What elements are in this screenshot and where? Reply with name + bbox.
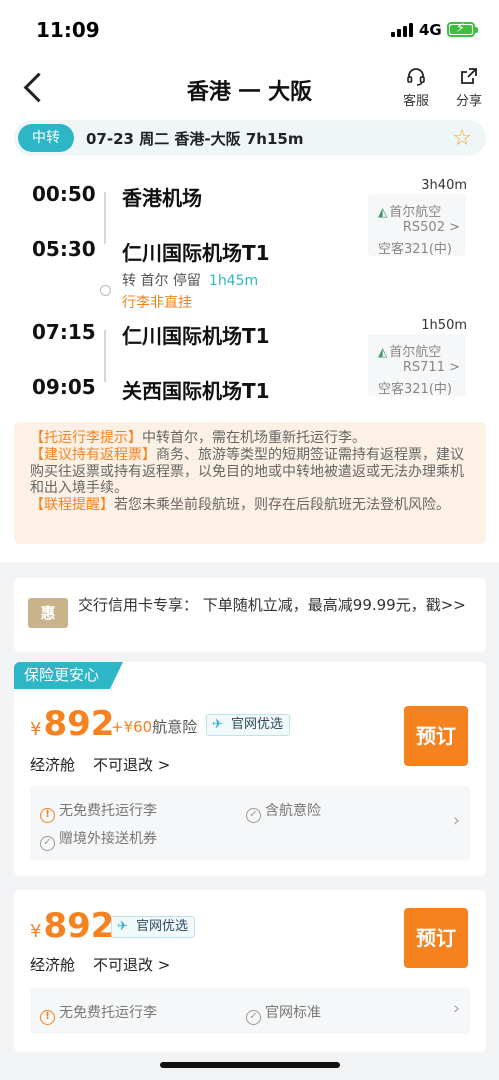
flight-segment-2: 07:15 仁川国际机场T1 09:05 关西国际机场T1 1h50m 首尔航空… [0,308,499,408]
charging-icon: ⚡ [456,21,466,36]
status-bar: 11:09 4G ⚡ [0,0,499,58]
stopover-duration: 1h45m [208,273,259,289]
check-icon: ✓ [40,836,55,851]
network-type: 4G [419,21,442,39]
book-button[interactable]: 预订 [404,706,468,766]
airline-name: 首尔航空 [378,201,441,220]
feature-transfer-voucher: ✓ 赠境外接送机券 [40,828,157,851]
notice-heading-connection: 【联程提醒】 [30,497,114,514]
insurance-tag: 保险更安心 [14,662,124,689]
arrival-airport: 关西国际机场T1 [122,379,270,403]
warning-icon: ! [40,808,55,823]
arrival-time: 09:05 [32,375,96,399]
price-value: 892 [43,906,115,946]
chevron-right-icon: › [452,998,460,1019]
chevron-right-icon: › [452,810,460,831]
share-button[interactable]: 分享 [449,66,489,109]
price: ¥892 [30,906,114,946]
notice-heading-return: 【建议持有返程票】 [30,446,156,463]
departure-airport: 仁川国际机场T1 [122,324,270,348]
departure-time: 00:50 [32,182,96,206]
official-badge: 官网优选 [111,916,196,938]
cabin-info[interactable]: 经济舱 不可退改 > [30,954,170,975]
feature-label: 含航意险 [265,803,321,819]
check-icon: ✓ [246,1010,261,1025]
promo-banner[interactable]: 惠 交行信用卡专享： 下单随机立减，最高减99.99元，戳>> [14,578,486,652]
arrival-time: 05:30 [32,237,96,261]
currency-symbol: ¥ [30,921,42,942]
cabin-info[interactable]: 经济舱 不可退改 > [30,754,170,775]
headset-icon [407,68,425,86]
price: ¥892 [30,704,114,744]
stopover-info: 转 首尔 停留 1h45m [122,270,258,290]
segment-line [104,192,106,244]
notice-text-baggage: 中转首尔，需在机场重新托运行李。 [142,430,366,446]
warning-icon: ! [40,1010,55,1025]
feature-label: 官网标准 [265,1005,321,1021]
flight-duration: 1h50m [421,318,467,333]
flight-info-card[interactable]: 首尔航空 RS502 > 空客321(中) [368,194,466,257]
transfer-tag: 中转 [18,124,74,152]
trip-summary: 07-23 周二 香港-大阪 7h15m [86,130,304,148]
stopover-dot [100,285,111,296]
feature-official-standard: ✓ 官网标准 [246,1002,321,1025]
feature-label: 无免费托运行李 [59,1005,157,1021]
price-value: 892 [43,704,115,744]
travel-notice: 【托运行李提示】中转首尔，需在机场重新托运行李。 【建议持有返程票】商务、旅游等… [14,422,486,544]
currency-symbol: ¥ [30,719,42,740]
flight-duration: 3h40m [421,178,467,193]
feature-no-baggage: ! 无免费托运行李 [40,1002,157,1025]
feature-label: 赠境外接送机券 [59,831,157,847]
feature-label: 无免费托运行李 [59,803,157,819]
flight-number: RS502 > [402,220,460,235]
trip-summary-bar: 中转 07-23 周二 香港-大阪 7h15m ☆ [14,120,486,156]
airline-name: 首尔航空 [378,341,441,360]
promo-text: 交行信用卡专享： 下单随机立减，最高减99.99元，戳>> [78,596,466,614]
aircraft-type: 空客321(中) [378,382,452,397]
book-button[interactable]: 预订 [404,908,468,968]
cabin-class: 经济舱 [30,756,76,774]
departure-time: 07:15 [32,320,96,344]
feature-insurance: ✓ 含航意险 [246,800,321,823]
arrival-airport: 仁川国际机场T1 [122,241,270,265]
nav-bar: 香港 一 大阪 客服 分享 [0,58,499,118]
refund-rule: 不可退改 > [93,756,171,774]
status-time: 11:09 [36,18,100,42]
flight-segment-1: 00:50 香港机场 05:30 仁川国际机场T1 3h40m 首尔航空 RS5… [0,170,499,270]
customer-service-label: 客服 [402,94,429,109]
offer-features[interactable]: ! 无免费托运行李 ✓ 含航意险 ✓ 赠境外接送机券 › [30,786,470,860]
share-label: 分享 [455,94,482,109]
check-icon: ✓ [246,808,261,823]
share-icon [461,68,477,84]
cabin-class: 经济舱 [30,956,76,974]
segment-line [104,330,106,382]
addon-label: 航意险 [152,718,198,736]
addon-price: +¥60 [111,718,153,736]
offer-features[interactable]: ! 无免费托运行李 ✓ 官网标准 › [30,988,470,1034]
stopover-text: 转 首尔 停留 [122,273,201,289]
signal-icon [391,23,413,37]
home-indicator [160,1062,340,1068]
offer-card-2: ¥892 官网优选 经济舱不可退改 > 预订 ! 无免费托运行李 ✓ 官网标准 › [14,890,486,1052]
offer-card-1: 保险更安心 ¥892 +¥60航意险 官网优选 经济舱不可退改 > 预订 ! 无免… [14,662,486,876]
notice-heading-baggage: 【托运行李提示】 [30,430,142,446]
notice-text-connection: 若您未乘坐前段航班，则存在后段航班无法登机风险。 [114,497,450,514]
aircraft-type: 空客321(中) [378,242,452,257]
customer-service-button[interactable]: 客服 [396,66,436,109]
insurance-addon: +¥60航意险 [111,716,197,737]
refund-rule: 不可退改 > [93,956,171,974]
flight-number: RS711 > [402,360,460,375]
star-icon[interactable]: ☆ [452,126,472,151]
feature-no-baggage: ! 无免费托运行李 [40,800,157,823]
departure-airport: 香港机场 [122,186,202,210]
official-badge: 官网优选 [206,714,291,736]
flight-info-card[interactable]: 首尔航空 RS711 > 空客321(中) [368,334,466,397]
coupon-icon: 惠 [28,598,68,628]
